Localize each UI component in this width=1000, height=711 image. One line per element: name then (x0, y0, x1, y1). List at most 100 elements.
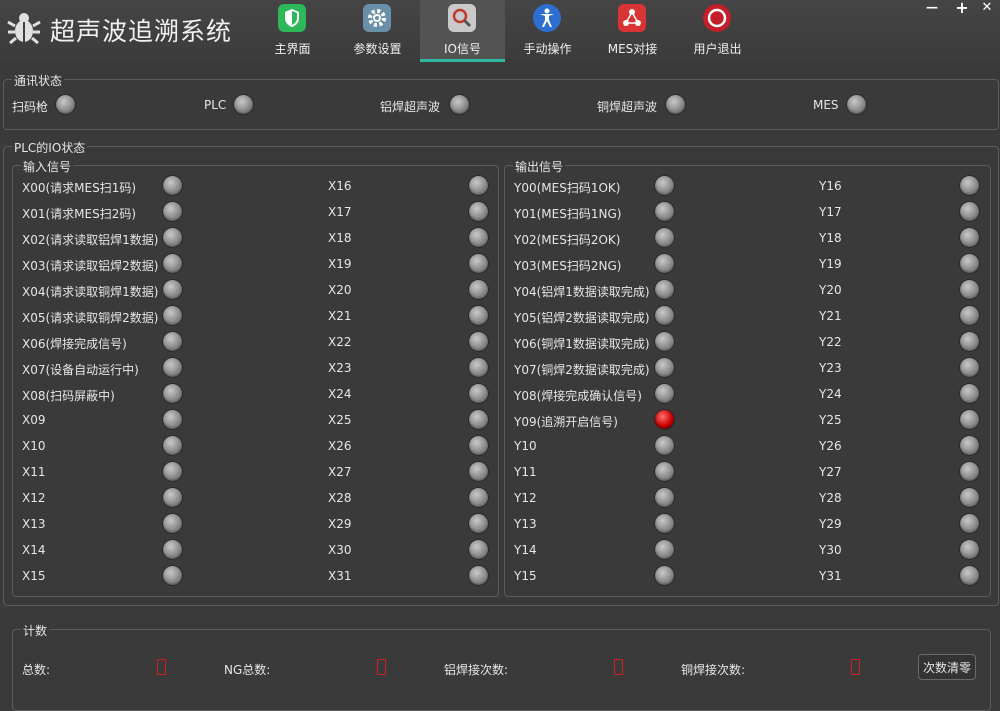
output-signal-indicator (655, 202, 674, 221)
output-signal-indicator (655, 566, 674, 585)
output-signal-indicator (655, 306, 674, 325)
output-signal-label: Y18 (819, 231, 842, 245)
tab-mes[interactable]: MES对接 (590, 0, 675, 62)
input-signal-label: X27 (328, 465, 352, 479)
input-signal-indicator (469, 306, 488, 325)
input-signal-label: X20 (328, 283, 352, 297)
input-signal-label: X07(设备自动运行中) (22, 363, 139, 377)
counter-label: NG总数: (224, 663, 271, 677)
input-signal-label: X04(请求读取铜焊1数据) (22, 285, 159, 299)
input-signal-indicator (469, 436, 488, 455)
output-signal-label: Y01(MES扫码1NG) (514, 207, 622, 221)
input-signal-label: X19 (328, 257, 352, 271)
comm-label: 扫码枪 (12, 100, 49, 114)
input-signal-label: X16 (328, 179, 352, 193)
input-signal-indicator (163, 514, 182, 533)
close-button[interactable]: ✕ (980, 0, 994, 15)
output-signal-indicator (960, 280, 979, 299)
input-signal-indicator (469, 176, 488, 195)
network-icon (618, 4, 646, 32)
input-signal-label: X22 (328, 335, 352, 349)
output-signal-label: Y17 (819, 205, 842, 219)
input-signal-label: X18 (328, 231, 352, 245)
counter-value (614, 659, 623, 675)
input-signal-indicator (469, 566, 488, 585)
input-signal-label: X17 (328, 205, 352, 219)
title-bar: 超声波追溯系统 主界面 参数设置 IO信号 手动操作 MES对接 用户退出 — … (0, 0, 1000, 62)
output-signal-indicator (960, 566, 979, 585)
counter-title: 计数 (21, 622, 50, 639)
input-signal-label: X03(请求读取铝焊2数据) (22, 259, 159, 273)
output-signal-label: Y31 (819, 569, 842, 583)
output-signal-indicator (655, 228, 674, 247)
output-signal-indicator (960, 410, 979, 429)
input-signal-indicator (469, 488, 488, 507)
output-signal-label: Y11 (514, 465, 537, 479)
output-signal-label: Y23 (819, 361, 842, 375)
input-signal-label: X21 (328, 309, 352, 323)
input-signal-label: X23 (328, 361, 352, 375)
input-signal-indicator (163, 488, 182, 507)
tab-settings[interactable]: 参数设置 (335, 0, 420, 62)
tab-manual-operation[interactable]: 手动操作 (505, 0, 590, 62)
tab-label: 主界面 (274, 42, 311, 56)
counter-label: 总数: (22, 663, 51, 677)
tab-user-logout[interactable]: 用户退出 (675, 0, 760, 62)
output-signal-indicator (960, 436, 979, 455)
output-signal-label: Y04(铝焊1数据读取完成) (514, 285, 650, 299)
output-signal-label: Y02(MES扫码2OK) (514, 233, 621, 247)
gear-icon (363, 4, 391, 32)
input-signal-label: X11 (22, 465, 46, 479)
output-signal-label: Y07(铜焊2数据读取完成) (514, 363, 650, 377)
tab-label: 参数设置 (353, 42, 402, 56)
minimize-button[interactable]: — (925, 0, 939, 14)
app-title: 超声波追溯系统 (50, 17, 233, 46)
output-signal-indicator (960, 306, 979, 325)
maximize-button[interactable]: + (955, 0, 969, 17)
tab-main[interactable]: 主界面 (250, 0, 335, 62)
shield-icon (278, 4, 306, 32)
output-signal-label: Y05(铝焊2数据读取完成) (514, 311, 650, 325)
output-signal-label: Y24 (819, 387, 842, 401)
input-signal-indicator (163, 176, 182, 195)
input-signals-title: 输入信号 (21, 158, 74, 175)
input-signal-indicator (469, 514, 488, 533)
output-signal-indicator (655, 410, 674, 429)
input-signal-indicator (469, 384, 488, 403)
output-signal-indicator (960, 358, 979, 377)
input-signal-indicator (469, 358, 488, 377)
counter-label: 铝焊接次数: (444, 663, 509, 677)
input-signal-label: X02(请求读取铝焊1数据) (22, 233, 159, 247)
output-signal-label: Y30 (819, 543, 842, 557)
output-signal-indicator (655, 488, 674, 507)
input-signal-label: X00(请求MES扫1码) (22, 181, 137, 195)
output-signal-label: Y22 (819, 335, 842, 349)
input-signal-label: X31 (328, 569, 352, 583)
output-signal-indicator (960, 254, 979, 273)
counter-value (377, 659, 386, 675)
output-signal-indicator (960, 202, 979, 221)
power-icon (703, 4, 731, 32)
tab-label: IO信号 (444, 42, 481, 56)
input-signal-indicator (469, 228, 488, 247)
reset-count-button[interactable]: 次数清零 (918, 654, 976, 680)
input-signal-label: X26 (328, 439, 352, 453)
output-signal-indicator (655, 280, 674, 299)
input-signal-indicator (163, 332, 182, 351)
plc-io-title: PLC的IO状态 (12, 139, 88, 156)
input-signal-label: X28 (328, 491, 352, 505)
accessibility-icon (533, 4, 561, 32)
comm-label: MES (813, 98, 839, 112)
input-signal-label: X25 (328, 413, 352, 427)
output-signal-label: Y08(焊接完成确认信号) (514, 389, 642, 403)
output-signal-indicator (655, 176, 674, 195)
output-signal-label: Y28 (819, 491, 842, 505)
comm-label: 铝焊超声波 (380, 100, 441, 114)
output-signal-indicator (960, 176, 979, 195)
output-signal-indicator (960, 332, 979, 351)
output-signal-label: Y27 (819, 465, 842, 479)
input-signal-indicator (163, 462, 182, 481)
search-icon (448, 4, 476, 32)
input-signal-label: X12 (22, 491, 46, 505)
tab-io-signal[interactable]: IO信号 (420, 0, 505, 62)
